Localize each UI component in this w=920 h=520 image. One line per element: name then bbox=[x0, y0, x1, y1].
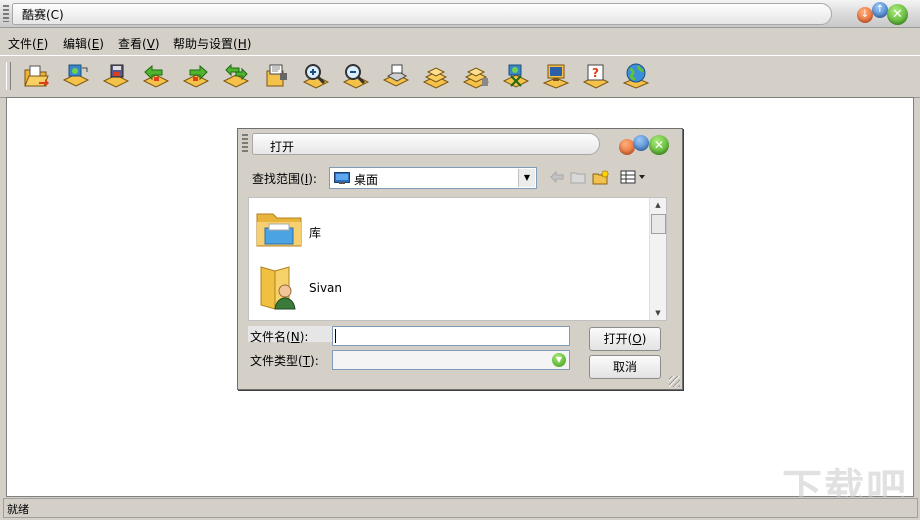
svg-text:?: ? bbox=[592, 66, 599, 80]
stack-icon[interactable] bbox=[420, 60, 452, 92]
dialog-close-button[interactable]: ✕ bbox=[649, 135, 669, 155]
cancel-button[interactable]: 取消 bbox=[589, 355, 661, 379]
desktop-icon bbox=[334, 172, 350, 187]
menu-view[interactable]: 查看(V) bbox=[118, 35, 160, 52]
open-button[interactable]: 打开(O) bbox=[589, 327, 661, 351]
dialog-title-tab bbox=[252, 133, 600, 155]
resize-grip[interactable] bbox=[669, 376, 680, 387]
help-icon[interactable]: ? bbox=[580, 60, 612, 92]
monitor-icon[interactable] bbox=[540, 60, 572, 92]
back-arrow-icon[interactable] bbox=[550, 168, 564, 186]
file-list[interactable]: 库 Sivan ▲ ▼ bbox=[248, 197, 667, 321]
scroll-up-icon[interactable]: ▲ bbox=[650, 198, 666, 212]
user-folder-icon bbox=[255, 261, 303, 316]
printer-icon[interactable] bbox=[380, 60, 412, 92]
new-folder-icon[interactable] bbox=[592, 168, 610, 186]
up-folder-icon[interactable] bbox=[570, 168, 586, 186]
open-dialog: 打开 ✕ 查找范围(I): 桌面 ▼ 库 Sivan ▲ ▼ 文件名(N): 文… bbox=[237, 128, 683, 390]
close-button[interactable]: ✕ bbox=[887, 4, 908, 25]
scroll-down-icon[interactable]: ▼ bbox=[650, 306, 666, 320]
dialog-title: 打开 bbox=[270, 140, 295, 154]
status-text: 就绪 bbox=[7, 503, 29, 516]
menu-help-settings[interactable]: 帮助与设置(H) bbox=[173, 35, 251, 52]
scroll-thumb[interactable] bbox=[651, 214, 666, 234]
dialog-grip[interactable] bbox=[242, 134, 248, 154]
filename-label: 文件名(N): bbox=[250, 330, 309, 344]
minimize-button[interactable]: ↓ bbox=[857, 7, 873, 23]
toolbar-grip[interactable] bbox=[6, 62, 11, 90]
view-menu-icon[interactable] bbox=[620, 168, 646, 186]
chevron-down-icon[interactable]: ▼ bbox=[518, 169, 535, 187]
forward-icon[interactable] bbox=[180, 60, 212, 92]
dialog-title-bar[interactable]: 打开 ✕ bbox=[238, 129, 682, 159]
zoom-out-icon[interactable] bbox=[340, 60, 372, 92]
window-title-bar: 酷赛(C) ↓ ↑ ✕ bbox=[0, 0, 920, 28]
window-title: 酷赛(C) bbox=[22, 8, 64, 22]
connect-icon[interactable] bbox=[500, 60, 532, 92]
open-folder-icon[interactable] bbox=[20, 60, 52, 92]
text-caret bbox=[335, 329, 336, 343]
dialog-nav-toolbar bbox=[544, 165, 674, 189]
filename-input[interactable] bbox=[332, 326, 570, 346]
menu-file[interactable]: 文件(F) bbox=[8, 35, 48, 52]
save-disk-icon[interactable] bbox=[100, 60, 132, 92]
file-name: Sivan bbox=[309, 281, 343, 295]
globe-icon[interactable] bbox=[620, 60, 652, 92]
menu-bar: 文件(F) 编辑(E) 查看(V) 帮助与设置(H) bbox=[0, 28, 920, 54]
filetype-label: 文件类型(T): bbox=[250, 354, 319, 368]
menu-edit[interactable]: 编辑(E) bbox=[63, 35, 104, 52]
status-bar: 就绪 bbox=[3, 498, 918, 518]
file-name: 库 bbox=[309, 226, 322, 240]
export-icon[interactable] bbox=[60, 60, 92, 92]
sync-icon[interactable] bbox=[220, 60, 252, 92]
list-item[interactable]: Sivan bbox=[255, 261, 455, 313]
maximize-button[interactable]: ↑ bbox=[872, 2, 888, 18]
toolbar: ? bbox=[0, 55, 920, 98]
print-icon[interactable] bbox=[260, 60, 292, 92]
chevron-down-icon[interactable]: ▼ bbox=[552, 353, 566, 367]
title-grip[interactable] bbox=[3, 5, 9, 22]
file-list-scrollbar[interactable]: ▲ ▼ bbox=[649, 198, 666, 320]
look-in-label: 查找范围(I): bbox=[252, 172, 317, 186]
look-in-value: 桌面 bbox=[354, 173, 379, 187]
dialog-maximize-button[interactable] bbox=[633, 135, 649, 151]
stack-add-icon[interactable] bbox=[460, 60, 492, 92]
list-item[interactable]: 库 bbox=[255, 204, 455, 256]
back-icon[interactable] bbox=[140, 60, 172, 92]
title-tab bbox=[12, 3, 832, 25]
look-in-dropdown[interactable]: 桌面 ▼ bbox=[329, 167, 537, 189]
filetype-dropdown[interactable]: ▼ bbox=[332, 350, 570, 370]
zoom-in-icon[interactable] bbox=[300, 60, 332, 92]
library-folder-icon bbox=[255, 204, 303, 255]
